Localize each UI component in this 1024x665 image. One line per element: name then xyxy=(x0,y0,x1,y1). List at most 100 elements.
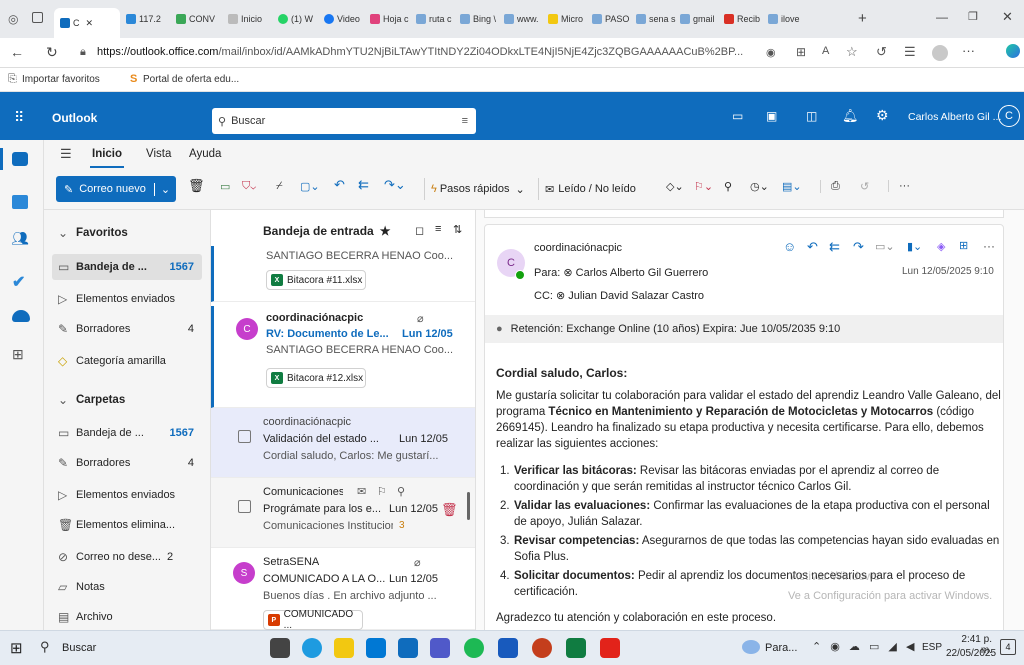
store-icon[interactable] xyxy=(366,638,386,658)
edge-icon[interactable] xyxy=(302,638,322,658)
flag-icon[interactable]: ⚐ xyxy=(377,485,387,498)
more-icon[interactable]: ··· xyxy=(962,43,975,58)
bookmark-import[interactable]: Importar favoritos xyxy=(22,74,100,85)
task-view-icon[interactable] xyxy=(270,638,290,658)
move-icon[interactable]: ▢⌄ xyxy=(300,180,320,193)
folder-sent[interactable]: ▷ Elementos enviados xyxy=(52,482,202,508)
snooze-icon[interactable]: ◷⌄ xyxy=(750,180,769,193)
tab-outlook[interactable]: C ✕ xyxy=(54,8,120,38)
tab-9[interactable]: www. xyxy=(504,8,544,30)
browser-refresh-icon[interactable]: ↺ xyxy=(876,44,887,60)
select-checkbox[interactable] xyxy=(238,430,251,443)
new-mail-button[interactable]: ✎ Correo nuevo ⌄ xyxy=(56,176,177,202)
pin-icon[interactable]: ⚲ xyxy=(397,485,405,498)
mail-app-icon[interactable] xyxy=(398,638,418,658)
sender-name[interactable]: coordinaciónacpic xyxy=(534,242,622,254)
refresh-icon[interactable]: ↻ xyxy=(46,44,58,61)
tab-7[interactable]: ruta c xyxy=(416,8,456,30)
folder-notes[interactable]: ▱ Notas xyxy=(52,574,202,600)
search-box[interactable]: ⚲ Buscar ≡ xyxy=(212,108,476,134)
apps-icon[interactable]: ⊞ xyxy=(959,239,968,252)
lock-icon[interactable]: 🔒︎ xyxy=(80,46,86,59)
star-icon[interactable]: ★ xyxy=(380,224,391,238)
teams-chat-icon[interactable]: ▭ xyxy=(732,109,743,123)
onedrive-icon[interactable] xyxy=(12,310,30,322)
tab-12[interactable]: sena s xyxy=(636,8,676,30)
favorites-header[interactable]: ⌄ Favoritos xyxy=(52,220,202,246)
feedback-icon[interactable]: ◫ xyxy=(806,109,817,123)
profile-icon[interactable] xyxy=(932,45,948,61)
settings-gear-icon[interactable]: ⚙ xyxy=(876,107,889,124)
folder-drafts[interactable]: ✎ Borradores 4 xyxy=(52,450,202,476)
tab-inicio[interactable]: Inicio xyxy=(92,148,122,160)
tab-5[interactable]: Video xyxy=(324,8,364,30)
list-item[interactable]: Comunicaciones... ✉ ⚐ ⚲ Prográmate para … xyxy=(211,478,475,548)
acrobat-icon[interactable] xyxy=(600,638,620,658)
tab-6[interactable]: Hoja c xyxy=(370,8,410,30)
report-icon[interactable]: ⛉⌄ xyxy=(242,180,256,193)
fav-inbox[interactable]: ▭ Bandeja de ... 1567 xyxy=(52,254,202,280)
flag-icon[interactable]: ⚐⌄ xyxy=(694,180,713,193)
tab-15[interactable]: ilove xyxy=(768,8,808,30)
tab-14[interactable]: Recib xyxy=(724,8,764,30)
user-avatar[interactable]: C xyxy=(998,105,1020,127)
quick-steps-button[interactable]: ϟ Pasos rápidos ⌄ xyxy=(424,178,525,200)
collections-icon[interactable]: ☰ xyxy=(904,44,916,60)
filter-list-icon[interactable]: ≡ xyxy=(435,223,441,235)
excel-app-icon[interactable] xyxy=(566,638,586,658)
powerpoint-icon[interactable] xyxy=(532,638,552,658)
minimize-icon[interactable]: — xyxy=(936,10,948,24)
weather-text[interactable]: Para... xyxy=(765,642,797,654)
favorite-star-icon[interactable]: ☆ xyxy=(846,44,858,60)
print-icon[interactable]: ⎙ xyxy=(820,180,840,193)
delete-icon[interactable]: 🗑︎ xyxy=(188,178,205,194)
mark-unread-icon[interactable]: ✉ xyxy=(357,485,366,498)
reply-icon[interactable]: ↶ xyxy=(807,239,818,255)
new-tab-icon[interactable]: + xyxy=(858,10,867,27)
folder-archive[interactable]: ▤ Archivo xyxy=(52,604,202,630)
add-in-icon[interactable]: ▮⌄ xyxy=(907,240,922,253)
list-item[interactable]: SANTIAGO BECERRA HENAO Coo... X Bitacora … xyxy=(211,246,475,302)
forward-icon[interactable]: ↷⌄ xyxy=(384,177,406,193)
folder-inbox[interactable]: ▭ Bandeja de ... 1567 xyxy=(52,420,202,446)
tab-3[interactable]: Inicio xyxy=(228,8,268,30)
attachment-chip[interactable]: P COMUNICADO ... xyxy=(263,609,363,630)
workspaces-icon[interactable]: ◎ xyxy=(8,12,18,26)
hamburger-icon[interactable]: ☰ xyxy=(60,146,72,162)
undo-icon[interactable]: ↺ xyxy=(860,180,869,193)
folder-deleted[interactable]: 🗑︎ Elementos elimina... xyxy=(52,512,202,538)
sort-icon[interactable]: ⇅ xyxy=(453,223,462,236)
tab-13[interactable]: gmail xyxy=(680,8,720,30)
tab-2[interactable]: CONV xyxy=(176,8,220,30)
close-window-icon[interactable]: ✕ xyxy=(1002,9,1013,25)
taskbar-search[interactable]: Buscar xyxy=(62,642,96,654)
reply-icon[interactable]: ↶ xyxy=(334,177,345,193)
teams-share-icon[interactable]: ▭⌄ xyxy=(875,240,895,253)
more-actions-icon[interactable]: ··· xyxy=(983,239,995,253)
fav-drafts[interactable]: ✎ Borradores 4 xyxy=(52,316,202,342)
fav-yellow-category[interactable]: ◇ Categoría amarilla xyxy=(52,348,202,374)
file-explorer-icon[interactable] xyxy=(334,638,354,658)
bell-icon[interactable]: 🔔︎ xyxy=(842,108,859,124)
word-app-icon[interactable] xyxy=(498,638,518,658)
user-name[interactable]: Carlos Alberto Gil ... xyxy=(908,111,1001,123)
filter-icon[interactable]: ≡ xyxy=(462,115,468,127)
people-icon[interactable]: 👥︎ xyxy=(11,230,29,247)
folder-junk[interactable]: ⊘ Correo no dese... 2 xyxy=(52,544,202,570)
tab-ayuda[interactable]: Ayuda xyxy=(189,148,221,160)
back-icon[interactable]: ← xyxy=(10,44,24,60)
forward-icon[interactable]: ↷ xyxy=(853,239,864,255)
tab-10[interactable]: Micro xyxy=(548,8,588,30)
folders-header[interactable]: ⌄ Carpetas xyxy=(52,387,202,413)
tab-4[interactable]: (1) W xyxy=(278,8,318,30)
copilot-icon[interactable] xyxy=(1006,44,1020,58)
bookmark-portal[interactable]: Portal de oferta edu... xyxy=(143,74,239,85)
tab-8[interactable]: Bing \ xyxy=(460,8,500,30)
new-mail-dropdown-icon[interactable]: ⌄ xyxy=(153,182,176,196)
list-item-selected[interactable]: coordinaciónacpic Validación del estado … xyxy=(211,408,475,478)
read-aloud-icon[interactable]: A xyxy=(822,45,829,57)
tab-1[interactable]: 117.2 xyxy=(126,8,170,30)
word-icon[interactable]: ▣ xyxy=(766,109,777,123)
select-checkbox[interactable] xyxy=(238,500,251,513)
spotify-icon[interactable] xyxy=(464,638,484,658)
